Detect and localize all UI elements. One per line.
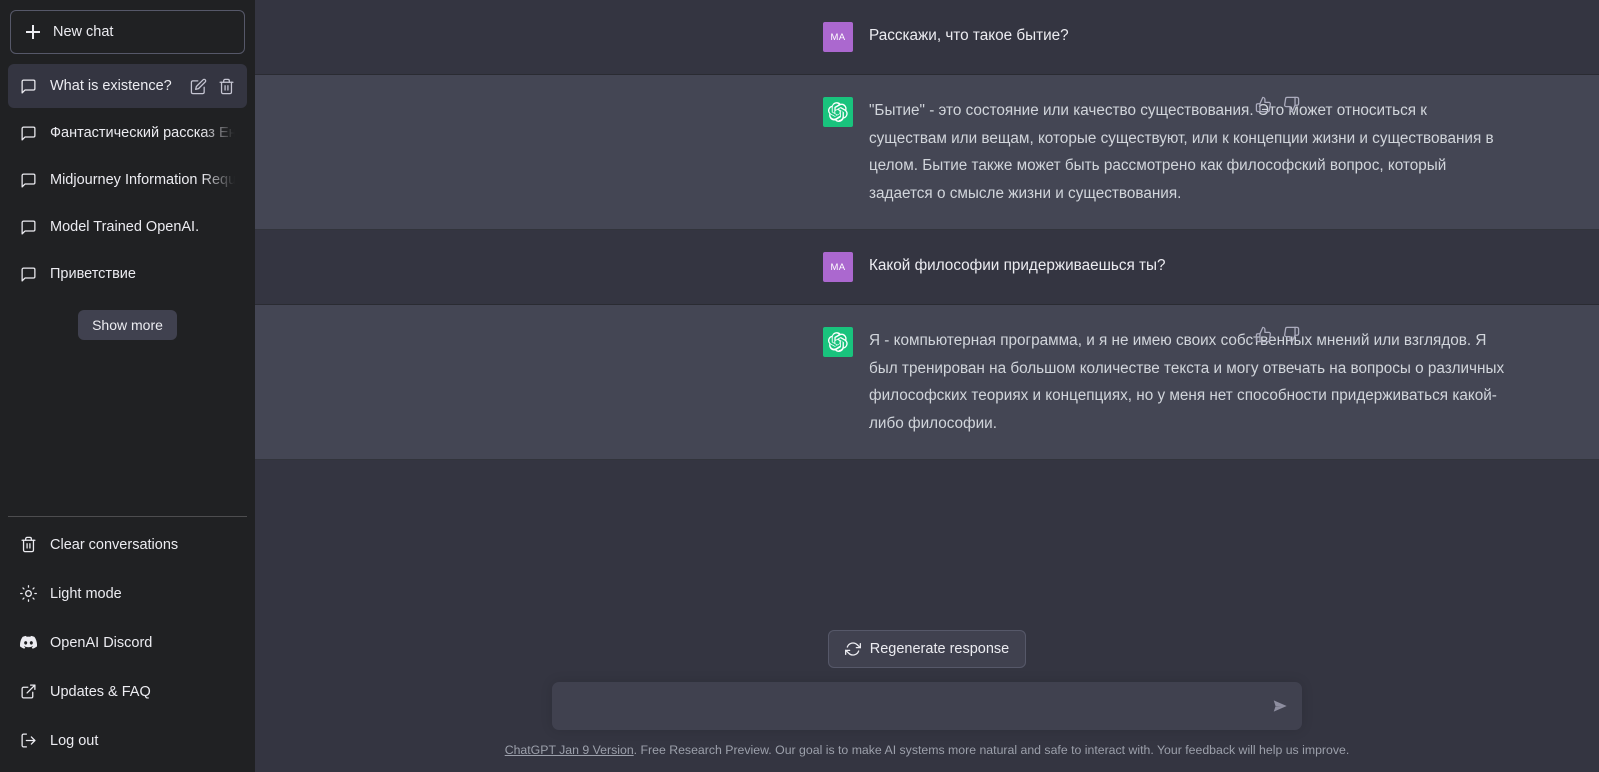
chat-item-actions (190, 78, 235, 95)
footer-disclaimer: ChatGPT Jan 9 Version. Free Research Pre… (255, 730, 1599, 764)
sun-icon (20, 585, 37, 602)
avatar-column: MA (789, 252, 869, 282)
sidebar-chat-item-2[interactable]: Midjourney Information Reque (8, 158, 247, 202)
sidebar: New chat What is existence? Фантастическ… (0, 0, 255, 772)
thumbs-up-icon[interactable] (1255, 326, 1272, 343)
sidebar-item-clear-conversations[interactable]: Clear conversations (8, 521, 247, 568)
send-button[interactable] (1270, 696, 1290, 716)
regenerate-label: Regenerate response (869, 641, 1010, 657)
message-icon (20, 266, 37, 283)
sidebar-item-log-out[interactable]: Log out (8, 717, 247, 764)
chatgpt-avatar-icon (823, 327, 853, 357)
plus-icon (25, 24, 41, 40)
sidebar-chat-item-0[interactable]: What is existence? (8, 64, 247, 108)
thumbs-down-icon[interactable] (1283, 96, 1300, 113)
prompt-textarea[interactable] (552, 682, 1302, 730)
message-icon (20, 78, 37, 95)
sidebar-chat-item-1[interactable]: Фантастический рассказ Енот (8, 111, 247, 155)
chatgpt-avatar-icon (823, 97, 853, 127)
sidebar-item-label: Clear conversations (50, 536, 179, 553)
show-more-button[interactable]: Show more (78, 310, 177, 340)
show-more-container: Show more (8, 310, 247, 340)
refresh-icon (844, 641, 861, 657)
input-container (255, 682, 1599, 730)
message-text: Расскажи, что такое бытие? (869, 27, 1069, 44)
sidebar-chat-item-3[interactable]: Model Trained OpenAI. (8, 205, 247, 249)
message-icon (20, 172, 37, 189)
sidebar-item-label: Updates & FAQ (50, 683, 151, 700)
sidebar-item-openai-discord[interactable]: OpenAI Discord (8, 619, 247, 666)
version-link[interactable]: ChatGPT Jan 9 Version (505, 743, 634, 757)
sidebar-footer: Clear conversations Light mode OpenAI Di… (8, 516, 247, 764)
message-row-user: MA Какой философии придерживаешься ты? (255, 230, 1599, 305)
avatar-column: MA (789, 22, 869, 52)
trash-icon (20, 536, 37, 553)
chat-title: Фантастический рассказ Енот (50, 125, 235, 141)
chatgpt-app: New chat What is existence? Фантастическ… (0, 0, 1599, 772)
delete-icon[interactable] (218, 78, 235, 95)
discord-icon (20, 634, 37, 651)
chat-title: What is existence? (50, 78, 172, 94)
thumbs-down-icon[interactable] (1283, 326, 1300, 343)
message-text: Какой философии придерживаешься ты? (869, 257, 1166, 274)
new-chat-button[interactable]: New chat (10, 10, 245, 54)
edit-icon[interactable] (190, 78, 207, 95)
thumbs-up-icon[interactable] (1255, 96, 1272, 113)
avatar-column (789, 97, 869, 207)
sidebar-chat-item-4[interactable]: Приветствие (8, 252, 247, 296)
chat-title: Midjourney Information Reque (50, 172, 235, 188)
sidebar-item-light-mode[interactable]: Light mode (8, 570, 247, 617)
composer-area: Regenerate response ChatGPT Jan 9 Versio… (255, 630, 1599, 772)
message-row-assistant: Я - компьютерная программа, и я не имею … (255, 305, 1599, 460)
regenerate-response-button[interactable]: Regenerate response (827, 630, 1027, 668)
prompt-input-box[interactable] (552, 682, 1302, 730)
sidebar-item-updates-faq[interactable]: Updates & FAQ (8, 668, 247, 715)
message-row-user: MA Расскажи, что такое бытие? (255, 0, 1599, 75)
message-icon (20, 219, 37, 236)
message-text: "Бытие" - это состояние или качество сущ… (869, 102, 1494, 202)
user-avatar: MA (823, 22, 853, 52)
feedback-controls (1255, 96, 1300, 113)
new-chat-label: New chat (53, 24, 114, 40)
disclaimer-text: . Free Research Preview. Our goal is to … (633, 743, 1350, 757)
chat-title: Model Trained OpenAI. (50, 219, 200, 235)
main-content: MA Расскажи, что такое бытие? "Бытие" - … (255, 0, 1599, 772)
user-avatar: MA (823, 252, 853, 282)
feedback-controls (1255, 326, 1300, 343)
chat-history-list: What is existence? Фантастический расска… (8, 64, 247, 296)
message-icon (20, 125, 37, 142)
external-link-icon (20, 683, 37, 700)
sidebar-item-label: Light mode (50, 585, 122, 602)
chat-title: Приветствие (50, 266, 136, 282)
sidebar-item-label: Log out (50, 732, 99, 749)
logout-icon (20, 732, 37, 749)
sidebar-item-label: OpenAI Discord (50, 634, 153, 651)
message-text: Я - компьютерная программа, и я не имею … (869, 332, 1505, 432)
message-row-assistant: "Бытие" - это состояние или качество сущ… (255, 75, 1599, 230)
avatar-column (789, 327, 869, 437)
regenerate-container: Regenerate response (255, 630, 1599, 668)
